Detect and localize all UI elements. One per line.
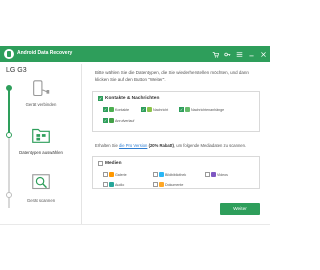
item-attachments[interactable]: ✓ Nachrichtenanhänge (179, 107, 235, 112)
next-button[interactable]: Weiter (220, 203, 260, 215)
message-icon (147, 107, 152, 112)
attachment-icon (185, 107, 190, 112)
contacts-group-header[interactable]: ✓ Kontakte & Nachrichten (98, 96, 159, 101)
checkbox-messages[interactable]: ✓ (141, 107, 146, 112)
item-gallery[interactable]: ✓ Galerie (103, 172, 153, 177)
media-items: ✓ Galerie ✓ Bildbibliothek ✓ Videos ✓ Au… (103, 172, 258, 187)
gallery-icon (109, 172, 114, 177)
label-call-log: Anrufverlauf (115, 118, 135, 123)
item-videos[interactable]: ✓ Videos (205, 172, 245, 177)
progress-track-completed (8, 88, 10, 135)
label-contacts: Kontakte (115, 107, 130, 112)
checkbox-call-log[interactable]: ✓ (103, 118, 108, 123)
device-name: LG G3 (6, 67, 27, 74)
label-attachments: Nachrichtenanhänge (191, 107, 225, 112)
contacts-messages-group: ✓ Kontakte & Nachrichten ✓ Kontakte ✓ Na… (92, 91, 260, 132)
contacts-group-checkbox[interactable]: ✓ (98, 96, 103, 101)
window-controls (210, 49, 268, 59)
bottom-divider (0, 224, 270, 225)
picture-library-icon (159, 172, 164, 177)
instruction-text: Bitte wählen Sie die Datentypen, die Sie… (95, 70, 249, 82)
media-group-header[interactable]: ✓ Medien (98, 161, 122, 166)
item-call-log[interactable]: ✓ Anrufverlauf (103, 118, 143, 123)
promo-suffix: , um folgende Mediadaten zu scannen. (173, 143, 247, 148)
media-group-title: Medien (105, 161, 122, 166)
app-title: Android Data Recovery (17, 50, 73, 56)
video-icon (211, 172, 216, 177)
media-group: ✓ Medien ✓ Galerie ✓ Bildbibliothek ✓ Vi… (92, 156, 260, 189)
promo-prefix: Erhalten Sie (95, 143, 118, 148)
item-picture-library[interactable]: ✓ Bildbibliothek (153, 172, 205, 177)
audio-icon (109, 182, 114, 187)
checkbox-picture-library[interactable]: ✓ (153, 172, 158, 177)
checkbox-audio[interactable]: ✓ (103, 182, 108, 187)
menu-icon[interactable] (234, 49, 244, 59)
step-dot-1 (6, 85, 12, 91)
checkbox-contacts[interactable]: ✓ (103, 107, 108, 112)
label-gallery: Galerie (115, 172, 127, 177)
checkbox-documents[interactable]: ✓ (153, 182, 158, 187)
key-icon[interactable] (222, 49, 232, 59)
app-window: Android Data Recovery LG G3 Gerät verbin… (0, 0, 270, 270)
step-label-connect: Gerät verbinden (25, 102, 57, 107)
label-picture-library: Bildbibliothek (165, 172, 187, 177)
app-logo-icon (4, 49, 14, 59)
checkbox-gallery[interactable]: ✓ (103, 172, 108, 177)
panel-divider (81, 64, 82, 224)
contacts-items: ✓ Kontakte ✓ Nachricht ✓ Nachrichtenanhä… (103, 107, 258, 123)
call-log-icon (109, 118, 114, 123)
step-dot-2 (6, 132, 12, 138)
item-contacts[interactable]: ✓ Kontakte (103, 107, 141, 112)
title-bar: Android Data Recovery (0, 46, 270, 62)
item-messages[interactable]: ✓ Nachricht (141, 107, 179, 112)
step-label-select-types: Datentypen auswählen (19, 150, 63, 155)
minimize-icon[interactable] (246, 49, 256, 59)
contacts-group-title: Kontakte & Nachrichten (105, 96, 160, 101)
item-documents[interactable]: ✓ Dokumente (153, 182, 205, 187)
pro-version-promo: Erhalten Sie die Pro Version (20% Rabatt… (95, 143, 246, 148)
phone-connect-icon (33, 80, 50, 97)
label-videos: Videos (217, 172, 228, 177)
checkbox-attachments[interactable]: ✓ (179, 107, 184, 112)
cart-icon[interactable] (210, 49, 220, 59)
item-audio[interactable]: ✓ Audio (103, 182, 153, 187)
folder-icon (32, 128, 50, 143)
close-icon[interactable] (258, 49, 268, 59)
scan-icon (32, 174, 50, 190)
contacts-icon (109, 107, 114, 112)
label-audio: Audio (115, 182, 125, 187)
label-documents: Dokumente (165, 182, 184, 187)
promo-discount: (20% Rabatt) (148, 143, 174, 148)
pro-version-link[interactable]: die Pro Version (119, 143, 147, 148)
step-label-scan: Gerät scannen (26, 198, 56, 203)
checkbox-videos[interactable]: ✓ (205, 172, 210, 177)
media-group-checkbox[interactable]: ✓ (98, 161, 103, 166)
label-messages: Nachricht (153, 107, 169, 112)
documents-icon (159, 182, 164, 187)
